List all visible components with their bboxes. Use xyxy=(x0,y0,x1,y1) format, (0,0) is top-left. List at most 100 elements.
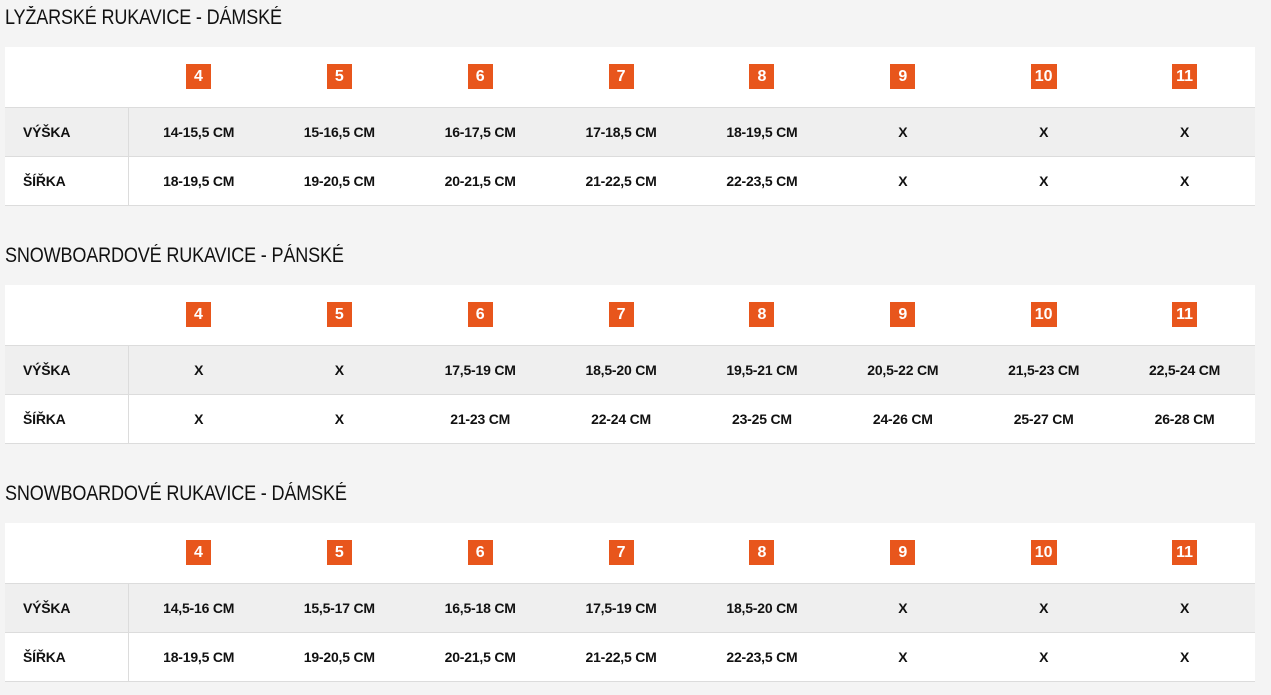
table-row-width: ŠÍŘKA X X 21-23 CM 22-24 CM 23-25 CM 24-26 CM 2… xyxy=(5,394,1255,443)
size-badge: 5 xyxy=(326,64,352,90)
size-badge: 7 xyxy=(608,302,634,328)
table-cell: 16,5-18 CM xyxy=(444,599,516,616)
section-title: SNOWBOARDOVÉ RUKAVICE - DÁMSKÉ xyxy=(5,482,347,505)
table-cell: 19,5-21 CM xyxy=(726,361,798,378)
table-row-height: VÝŠKA 14,5-16 CM 15,5-17 CM 16,5-18 CM 17,5-… xyxy=(5,583,1255,632)
table-cell: X xyxy=(898,648,908,665)
table-cell: 17-18,5 CM xyxy=(585,123,657,140)
table-cell: X xyxy=(1039,123,1049,140)
table-cell: 15-16,5 CM xyxy=(303,123,375,140)
table-cell: 21-23 CM xyxy=(450,410,511,427)
size-badge: 9 xyxy=(890,302,916,328)
table-cell: 18-19,5 CM xyxy=(163,648,235,665)
size-header-cell: 8 xyxy=(692,523,833,583)
table-row-height: VÝŠKA X X 17,5-19 CM 18,5-20 CM 19,5-21 CM 20,… xyxy=(5,345,1255,394)
size-header-cell: 9 xyxy=(832,47,973,107)
size-badge: 11 xyxy=(1172,540,1198,566)
table-cell: 18-19,5 CM xyxy=(163,172,235,189)
table-cell: 15,5-17 CM xyxy=(303,599,375,616)
row-label: ŠÍŘKA xyxy=(5,394,129,443)
table-cell: X xyxy=(898,172,908,189)
table-cell: 20-21,5 CM xyxy=(444,648,516,665)
size-badge: 6 xyxy=(467,64,493,90)
size-badge: 9 xyxy=(890,540,916,566)
header-corner xyxy=(5,523,128,583)
table-cell: 22,5-24 CM xyxy=(1148,361,1221,378)
table-cell: X xyxy=(1039,599,1049,616)
table-cell: 14,5-16 CM xyxy=(163,599,235,616)
size-badge: 6 xyxy=(467,302,493,328)
size-header-cell: 11 xyxy=(1114,47,1255,107)
table-cell: X xyxy=(1179,599,1190,616)
size-header-cell: 5 xyxy=(269,523,410,583)
table-cell: 20-21,5 CM xyxy=(444,172,516,189)
size-badge: 5 xyxy=(326,540,352,566)
table-cell: 22-23,5 CM xyxy=(726,648,798,665)
size-table: 4 5 6 7 8 9 10 11 VÝŠKA 14,5-16 CM 15,5-17 CM 16,5… xyxy=(5,523,1255,682)
header-corner xyxy=(5,285,128,345)
size-badge: 10 xyxy=(1030,302,1057,328)
header-corner xyxy=(5,47,128,107)
size-header-cell: 4 xyxy=(128,285,269,345)
table-cell: X xyxy=(898,123,908,140)
size-badge: 9 xyxy=(890,64,916,90)
size-header-cell: 6 xyxy=(410,285,551,345)
table-row-width: ŠÍŘKA 18-19,5 CM 19-20,5 CM 20-21,5 CM 21-22… xyxy=(5,156,1255,205)
row-label: VÝŠKA xyxy=(5,583,129,632)
size-header-cell: 9 xyxy=(832,523,973,583)
table-cell: 18,5-20 CM xyxy=(585,361,657,378)
size-header-cell: 11 xyxy=(1114,285,1255,345)
table-cell: 17,5-19 CM xyxy=(444,361,516,378)
table-cell: 19-20,5 CM xyxy=(303,172,375,189)
size-header-cell: 7 xyxy=(551,47,692,107)
size-badge: 8 xyxy=(749,540,775,566)
table-cell: 18,5-20 CM xyxy=(726,599,798,616)
size-header-cell: 10 xyxy=(973,285,1114,345)
size-header-cell: 5 xyxy=(269,285,410,345)
table-cell: 16-17,5 CM xyxy=(444,123,516,140)
size-header-cell: 8 xyxy=(692,47,833,107)
size-header-cell: 8 xyxy=(692,285,833,345)
row-label: VÝŠKA xyxy=(5,345,129,394)
table-cell: X xyxy=(1179,172,1190,189)
size-badge: 7 xyxy=(608,64,634,90)
table-cell: 19-20,5 CM xyxy=(303,648,375,665)
table-cell: 14-15,5 CM xyxy=(163,123,235,140)
table-row-width: ŠÍŘKA 18-19,5 CM 19-20,5 CM 20-21,5 CM 21-22… xyxy=(5,632,1255,681)
size-header-cell: 4 xyxy=(128,523,269,583)
table-cell: X xyxy=(1179,648,1190,665)
size-badge: 11 xyxy=(1172,64,1198,90)
size-badge: 4 xyxy=(185,302,211,328)
table-cell: X xyxy=(1039,648,1049,665)
size-badge: 4 xyxy=(185,64,211,90)
size-table: 4 5 6 7 8 9 10 11 VÝŠKA 14-15,5 CM 15-16,5 CM 16-1… xyxy=(5,47,1255,206)
size-badge: 8 xyxy=(749,64,775,90)
size-table: 4 5 6 7 8 9 10 11 VÝŠKA X X 17,5-19 CM 18,5-20 CM 19… xyxy=(5,285,1255,444)
size-badge: 11 xyxy=(1172,302,1198,328)
size-badge: 6 xyxy=(467,540,493,566)
section-title: LYŽARSKÉ RUKAVICE - DÁMSKÉ xyxy=(5,6,282,29)
size-header-row: 4 5 6 7 8 9 10 11 xyxy=(5,523,1255,583)
row-label: ŠÍŘKA xyxy=(5,156,129,205)
table-cell: 26-28 CM xyxy=(1154,410,1215,427)
size-header-cell: 6 xyxy=(410,523,551,583)
table-cell: X xyxy=(334,410,344,427)
size-badge: 10 xyxy=(1030,540,1057,566)
table-cell: 18-19,5 CM xyxy=(726,123,798,140)
size-badge: 7 xyxy=(608,540,634,566)
table-cell: 22-23,5 CM xyxy=(726,172,798,189)
size-badge: 8 xyxy=(749,302,775,328)
size-header-cell: 10 xyxy=(973,523,1114,583)
table-cell: X xyxy=(194,410,204,427)
size-header-cell: 11 xyxy=(1114,523,1255,583)
table-cell: 22-24 CM xyxy=(591,410,651,427)
size-header-row: 4 5 6 7 8 9 10 11 xyxy=(5,285,1255,345)
table-cell: X xyxy=(334,361,344,378)
size-header-cell: 7 xyxy=(551,285,692,345)
size-badge: 10 xyxy=(1030,64,1057,90)
table-cell: X xyxy=(898,599,908,616)
size-header-cell: 5 xyxy=(269,47,410,107)
table-cell: 21-22,5 CM xyxy=(585,648,657,665)
section-title: SNOWBOARDOVÉ RUKAVICE - PÁNSKÉ xyxy=(5,244,344,267)
size-header-cell: 6 xyxy=(410,47,551,107)
